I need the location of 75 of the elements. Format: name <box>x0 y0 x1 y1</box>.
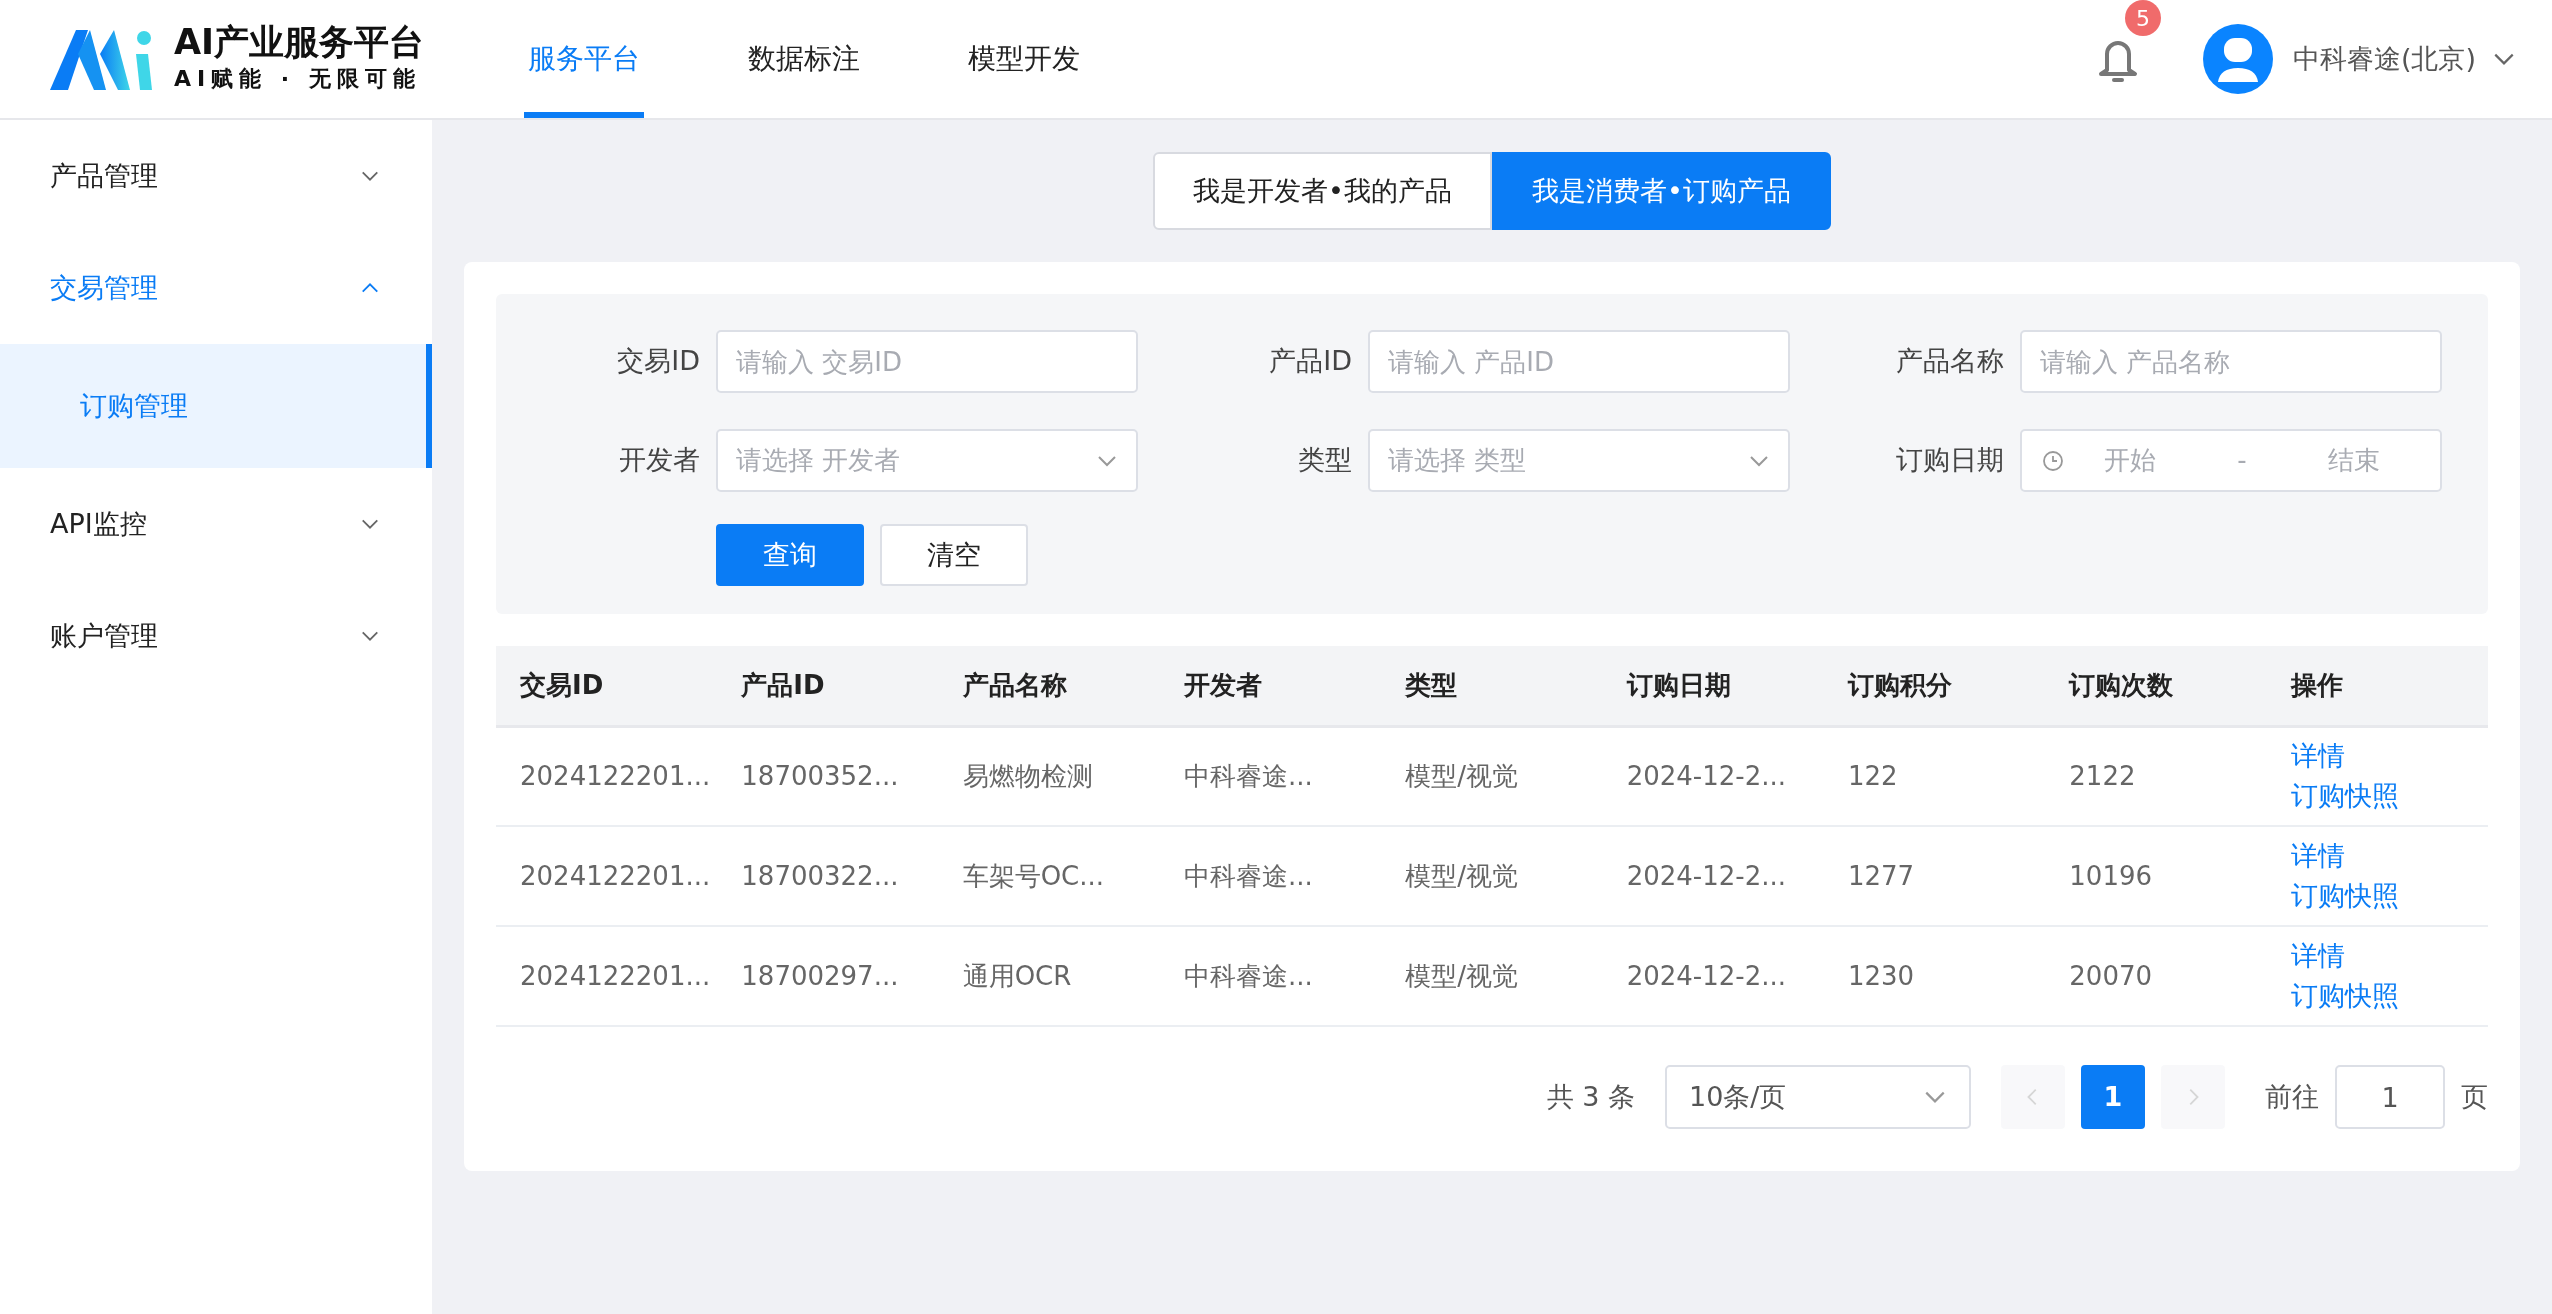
select-field[interactable]: 请选择 开发者 <box>716 429 1138 492</box>
table-cell: 2024122201... <box>496 726 718 826</box>
search-button[interactable]: 查询 <box>716 524 864 586</box>
table-cell: 2024122201... <box>496 826 718 926</box>
table-cell: 1277 <box>1823 826 2046 926</box>
app-title: AI产业服务平台 <box>174 23 425 62</box>
table-cell: 18700322... <box>717 826 939 926</box>
nav-tab[interactable]: 服务平台 <box>524 0 645 118</box>
clear-button[interactable]: 清空 <box>880 524 1028 586</box>
sidebar-item[interactable]: API监控 <box>0 468 432 580</box>
table-cell: 模型/视觉 <box>1381 926 1603 1026</box>
role-tab[interactable]: 我是消费者•订购产品 <box>1492 152 1831 230</box>
nav-tab[interactable]: 数据标注 <box>744 0 865 118</box>
details-link[interactable]: 详情 <box>2290 839 2345 871</box>
table-cell: 中科睿途... <box>1160 826 1382 926</box>
table-cell: 18700297... <box>717 926 939 1026</box>
column-header: 交易ID <box>496 646 718 726</box>
select-field[interactable]: 请选择 类型 <box>1368 429 1790 492</box>
column-header: 订购积分 <box>1823 646 2046 726</box>
table-cell: 2024-12-2... <box>1602 926 1824 1026</box>
table-cell: 模型/视觉 <box>1381 826 1603 926</box>
table-cell: 中科睿途... <box>1160 726 1382 826</box>
sidebar-subitem[interactable]: 订购管理 <box>0 344 432 468</box>
field-label: 交易ID <box>616 344 700 379</box>
column-header: 订购次数 <box>2045 646 2267 726</box>
snapshot-link[interactable]: 订购快照 <box>2290 880 2399 911</box>
table-cell: 中科睿途... <box>1160 926 1382 1026</box>
sidebar-item[interactable]: 产品管理 <box>0 120 432 232</box>
table-cell: 2122 <box>2045 726 2267 826</box>
table-cell: 车架号OC... <box>938 826 1160 926</box>
table-cell: 易燃物检测 <box>938 726 1160 826</box>
column-header: 开发者 <box>1160 646 1382 726</box>
snapshot-link[interactable]: 订购快照 <box>2290 780 2399 812</box>
notification-badge: 5 <box>2124 0 2161 36</box>
table-cell: 18700352... <box>717 726 939 826</box>
table-cell: 2024122201... <box>496 926 718 1026</box>
snapshot-link[interactable]: 订购快照 <box>2290 980 2399 1011</box>
field-label: 产品ID <box>1268 344 1352 379</box>
table-cell: 10196 <box>2045 826 2267 926</box>
table-cell: 2024-12-2... <box>1602 826 1824 926</box>
goto-label: 前往 <box>2265 1079 2319 1114</box>
table-cell: 20070 <box>2045 926 2267 1026</box>
field-label: 开发者 <box>618 443 700 478</box>
table-cell: 通用OCR <box>938 926 1160 1026</box>
page-input[interactable]: 1 <box>2335 1065 2445 1129</box>
sidebar-item[interactable]: 账户管理 <box>0 580 432 692</box>
sidebar-item[interactable]: 交易管理 <box>0 232 432 344</box>
field-label: 产品名称 <box>1895 344 2004 379</box>
nav-tab[interactable]: 模型开发 <box>964 0 1085 118</box>
page-button[interactable]: 1 <box>2081 1065 2145 1129</box>
table-cell: 模型/视觉 <box>1381 726 1603 826</box>
input-field[interactable]: 请输入 交易ID <box>716 330 1138 393</box>
details-link[interactable]: 详情 <box>2290 939 2345 971</box>
page-suffix: 页 <box>2461 1079 2488 1114</box>
app-slogan: AI赋能 · 无限可能 <box>174 64 422 93</box>
date-range-field[interactable]: 开始 - 结束 <box>2020 429 2442 492</box>
field-label: 订购日期 <box>1895 443 2004 478</box>
table-cell: 122 <box>1823 726 2046 826</box>
details-link[interactable]: 详情 <box>2290 739 2345 771</box>
role-tab[interactable]: 我是开发者•我的产品 <box>1153 152 1492 230</box>
column-header: 产品名称 <box>938 646 1160 726</box>
table-cell: 2024-12-2... <box>1602 726 1824 826</box>
avatar-icon[interactable] <box>2202 24 2273 94</box>
clock-icon <box>2042 449 2064 472</box>
user-name[interactable]: 中科睿途(北京) <box>2292 38 2476 80</box>
column-header: 订购日期 <box>1602 646 1824 726</box>
input-field[interactable]: 请输入 产品ID <box>1368 330 1790 393</box>
column-header: 操作 <box>2266 646 2488 726</box>
column-header: 产品ID <box>717 646 939 726</box>
table-cell: 1230 <box>1823 926 2046 1026</box>
field-label: 类型 <box>1297 443 1352 478</box>
page-size-select[interactable]: 10条/页 <box>1665 1065 1971 1129</box>
total-count: 共 3 条 <box>1546 1079 1635 1114</box>
column-header: 类型 <box>1381 646 1603 726</box>
input-field[interactable]: 请输入 产品名称 <box>2020 330 2442 393</box>
